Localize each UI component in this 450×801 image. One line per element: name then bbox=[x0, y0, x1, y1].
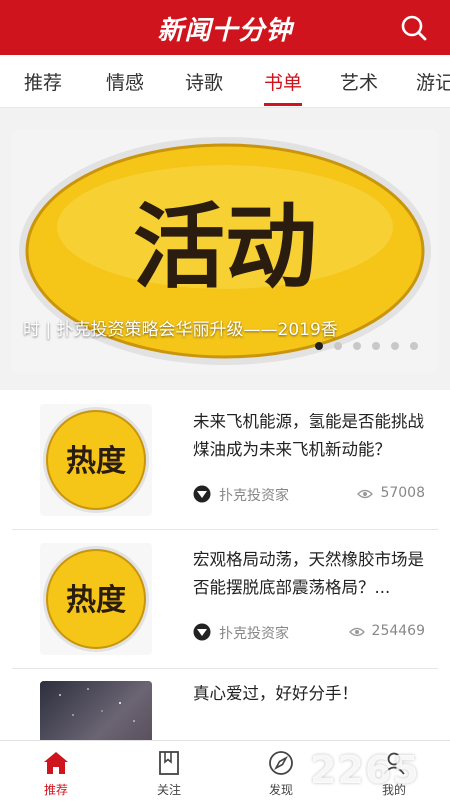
news-item[interactable]: 真心爱过，好好分手！ bbox=[0, 669, 450, 740]
nav-label: 推荐 bbox=[43, 783, 68, 797]
category-tabs: 推荐 情感 诗歌 书单 艺术 游记 bbox=[0, 55, 450, 108]
tab-art[interactable]: 艺术 bbox=[340, 68, 378, 95]
nav-recommend[interactable]: 推荐 bbox=[11, 741, 101, 801]
news-feed: 热度 未来飞机能源，氢能是否能挑战煤油成为未来飞机新动能？ 扑克投资家 5700… bbox=[0, 390, 450, 740]
compass-icon bbox=[269, 751, 293, 775]
news-item[interactable]: 热度 未来飞机能源，氢能是否能挑战煤油成为未来飞机新动能？ 扑克投资家 5700… bbox=[0, 390, 450, 530]
news-item[interactable]: 热度 宏观格局动荡，天然橡胶市场是否能摆脱底部震荡格局？... 扑克投资家 25… bbox=[0, 530, 450, 670]
view-count: 57008 bbox=[380, 485, 425, 501]
home-icon bbox=[44, 752, 68, 774]
news-thumbnail-photo bbox=[40, 681, 152, 740]
source-logo-icon bbox=[193, 485, 211, 503]
source-logo-icon bbox=[193, 623, 211, 641]
news-meta: 扑克投资家 254469 bbox=[193, 622, 431, 644]
views-eye-icon bbox=[357, 489, 373, 499]
news-source[interactable]: 扑克投资家 bbox=[219, 485, 289, 505]
news-title[interactable]: 真心爱过，好好分手！ bbox=[193, 680, 431, 708]
tab-recommend[interactable]: 推荐 bbox=[24, 68, 62, 95]
news-thumbnail: 热度 bbox=[40, 543, 152, 655]
news-source[interactable]: 扑克投资家 bbox=[219, 623, 289, 643]
banner-image-text: 活动 bbox=[133, 193, 317, 301]
news-title[interactable]: 未来飞机能源，氢能是否能挑战煤油成为未来飞机新动能？ bbox=[193, 408, 431, 464]
carousel-dot[interactable] bbox=[410, 342, 418, 350]
nav-follow[interactable]: 关注 bbox=[124, 741, 214, 801]
app-header: 新闻十分钟 bbox=[0, 0, 450, 55]
banner-caption: 时 | 扑克投资策略会华丽升级——2019香 bbox=[23, 320, 338, 340]
views-eye-icon bbox=[349, 627, 365, 637]
nav-label: 关注 bbox=[156, 783, 181, 797]
carousel-dot[interactable] bbox=[372, 342, 380, 350]
site-watermark: 2265 bbox=[310, 748, 420, 792]
view-count: 254469 bbox=[371, 623, 425, 639]
tab-emotion[interactable]: 情感 bbox=[106, 68, 144, 95]
thumbnail-text: 热度 bbox=[66, 583, 126, 618]
search-icon[interactable] bbox=[400, 14, 428, 42]
carousel-dot[interactable] bbox=[391, 342, 399, 350]
banner-carousel[interactable]: 活动 时 | 扑克投资策略会华丽升级——2019香 bbox=[11, 129, 439, 373]
thumbnail-text: 热度 bbox=[66, 444, 126, 479]
news-thumbnail: 热度 bbox=[40, 404, 152, 516]
tab-travel[interactable]: 游记 bbox=[416, 68, 450, 95]
news-title[interactable]: 宏观格局动荡，天然橡胶市场是否能摆脱底部震荡格局？... bbox=[193, 546, 431, 602]
carousel-dot[interactable] bbox=[353, 342, 361, 350]
carousel-dot[interactable] bbox=[334, 342, 342, 350]
active-tab-indicator bbox=[264, 103, 302, 106]
app-title: 新闻十分钟 bbox=[157, 16, 293, 46]
bookmark-icon bbox=[159, 751, 179, 775]
news-meta: 扑克投资家 57008 bbox=[193, 484, 431, 506]
carousel-dot[interactable] bbox=[315, 342, 323, 350]
app-screen: 新闻十分钟 推荐 情感 诗歌 书单 艺术 游记 活动 时 | 扑克投资策略会华丽… bbox=[0, 0, 450, 801]
banner-section: 活动 时 | 扑克投资策略会华丽升级——2019香 bbox=[0, 108, 450, 390]
tab-booklist[interactable]: 书单 bbox=[264, 68, 302, 95]
tab-poetry[interactable]: 诗歌 bbox=[185, 68, 223, 95]
